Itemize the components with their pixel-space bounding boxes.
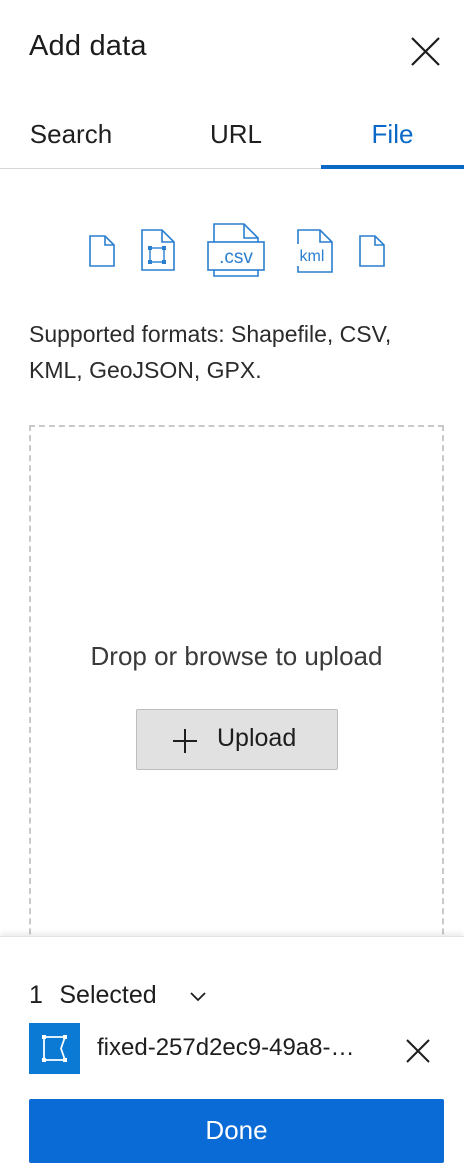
selected-count: 1	[29, 981, 43, 1009]
chevron-down-icon	[190, 992, 206, 1002]
panel-header: Add data	[0, 0, 464, 96]
close-icon	[411, 37, 440, 66]
tab-bar: Search URL File	[0, 108, 464, 169]
remove-file-icon[interactable]	[403, 1036, 433, 1066]
drop-zone[interactable]: Drop or browse to upload Upload	[29, 425, 444, 1025]
plus-icon	[173, 729, 197, 753]
upload-button[interactable]: Upload	[136, 709, 338, 770]
csv-file-icon: .csv	[207, 223, 265, 277]
csv-label: .csv	[219, 247, 253, 268]
tab-file[interactable]: File	[321, 108, 464, 169]
file-icon	[359, 235, 385, 267]
panel-title: Add data	[29, 30, 147, 62]
feature-layer-icon	[29, 1023, 80, 1074]
selected-toggle[interactable]: 1 Selected	[29, 981, 206, 1013]
selected-label: Selected	[59, 981, 157, 1009]
shapefile-icon	[141, 229, 175, 271]
selected-file-name: fixed-257d2ec9-49a8-…	[97, 1034, 355, 1061]
kml-label: kml	[300, 248, 325, 265]
kml-file-icon: kml	[293, 229, 333, 273]
format-icons: .csv kml	[84, 222, 394, 282]
upload-label: Upload	[217, 724, 297, 752]
drop-prompt: Drop or browse to upload	[90, 641, 383, 671]
selection-footer: 1 Selected fixed-257d2ec9-49a8-… Done	[0, 936, 464, 1170]
done-button[interactable]: Done	[29, 1099, 444, 1163]
close-button[interactable]	[406, 32, 446, 72]
tab-url[interactable]: URL	[159, 108, 313, 168]
selected-file-row: fixed-257d2ec9-49a8-…	[29, 1023, 444, 1075]
supported-formats-text: Supported formats: Shapefile, CSV, KML, …	[29, 321, 392, 383]
file-icon	[89, 235, 115, 267]
tab-search[interactable]: Search	[0, 108, 154, 168]
